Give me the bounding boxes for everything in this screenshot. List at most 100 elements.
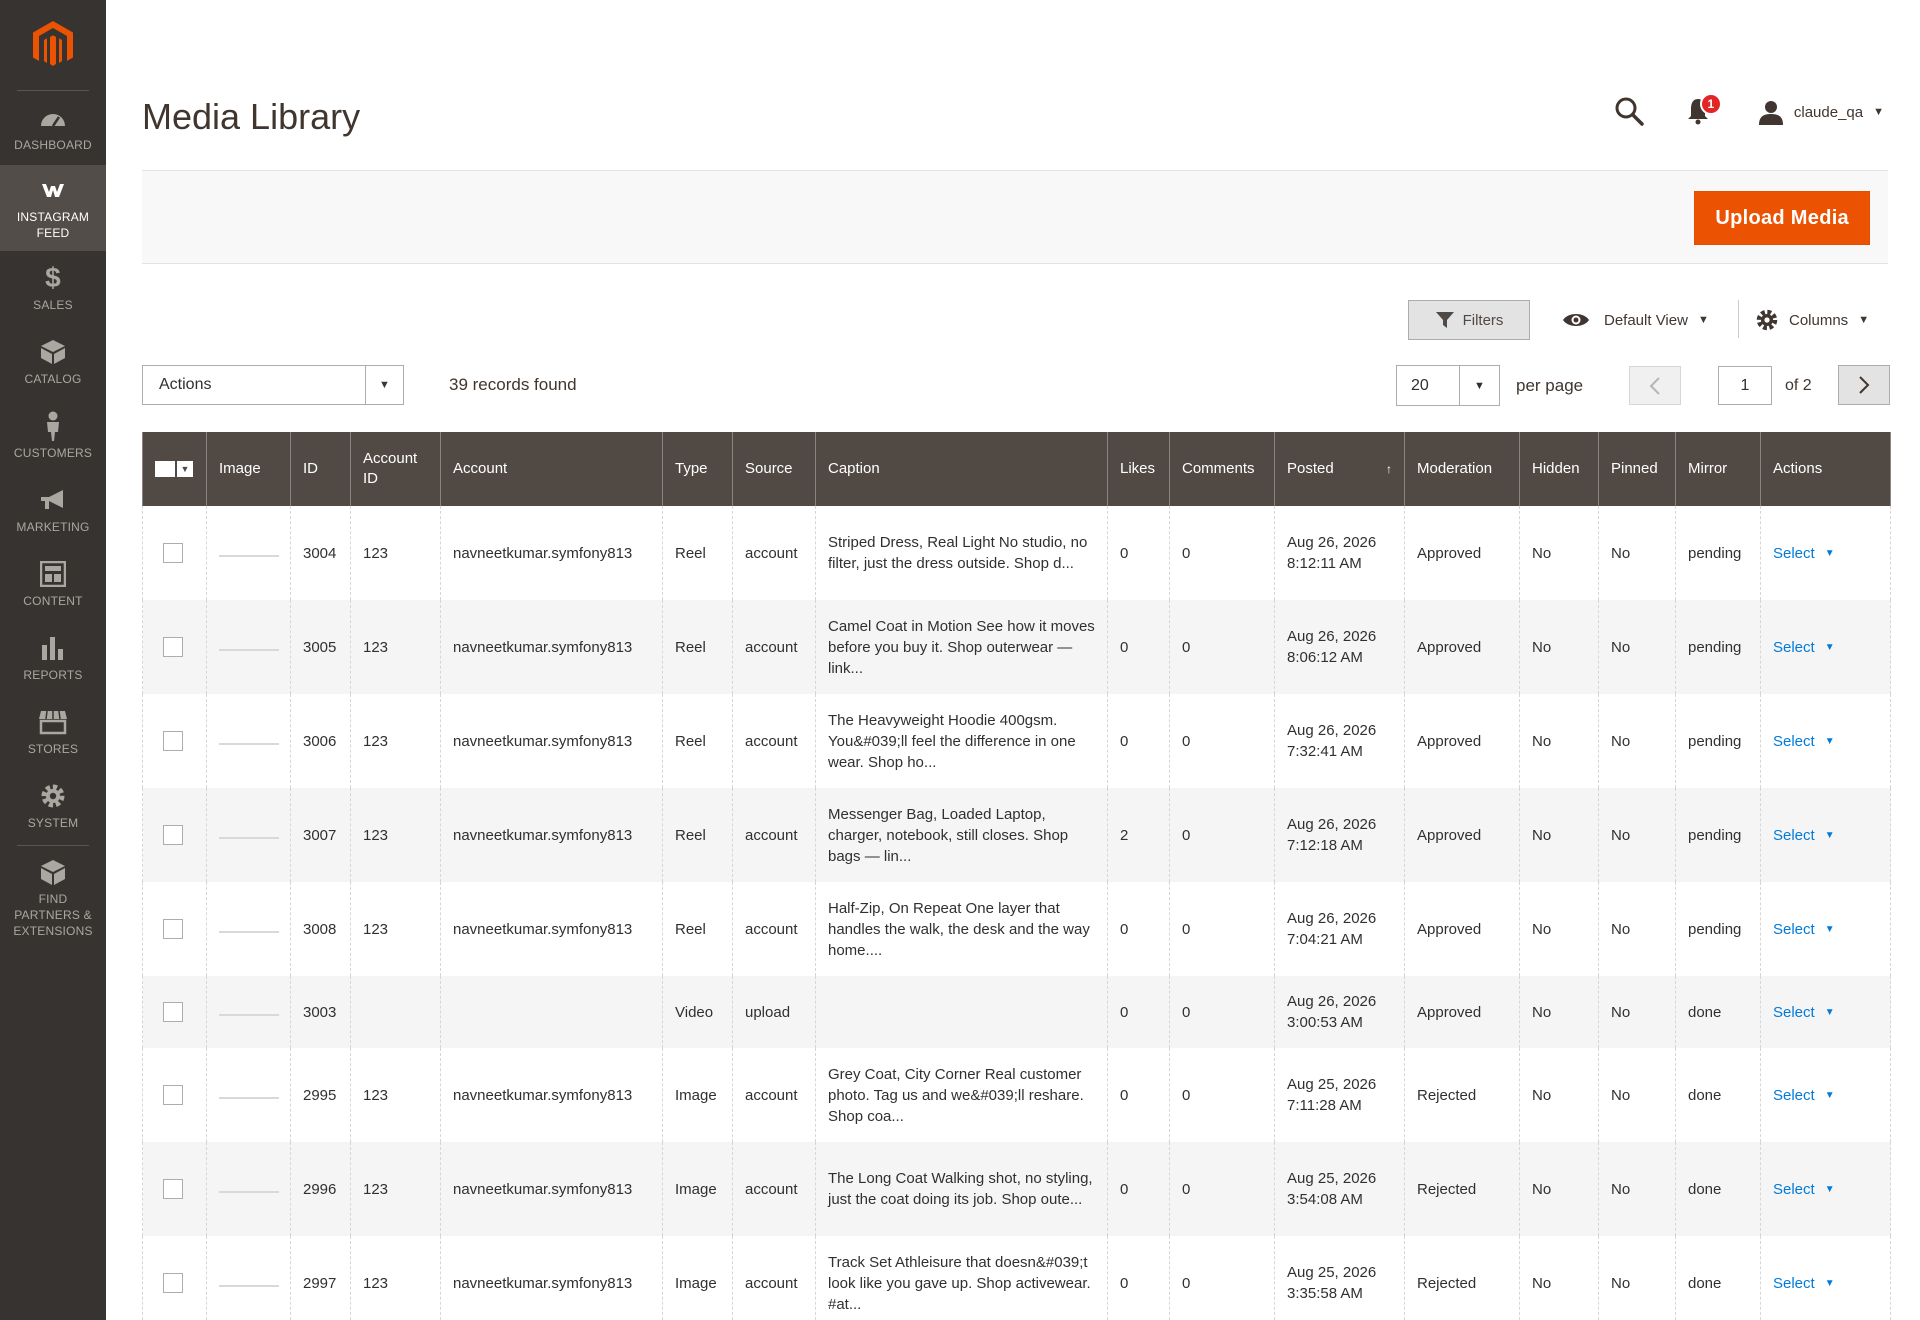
select-label: Select xyxy=(1773,638,1815,656)
gear-icon xyxy=(38,781,68,811)
table-row[interactable]: 3004 123 navneetkumar.symfony813 Reel accoun… xyxy=(142,506,1891,600)
column-header-comments[interactable]: Comments xyxy=(1169,432,1275,506)
column-header-hidden[interactable]: Hidden xyxy=(1519,432,1599,506)
image-thumbnail[interactable] xyxy=(219,1191,279,1193)
select-label: Select xyxy=(1773,1180,1815,1198)
cell-hidden: No xyxy=(1519,694,1599,788)
column-header-account-id[interactable]: Account ID xyxy=(350,432,441,506)
magento-logo[interactable] xyxy=(0,0,106,90)
image-thumbnail[interactable] xyxy=(219,1285,279,1287)
row-checkbox[interactable] xyxy=(163,1002,183,1022)
table-row[interactable]: 3007 123 navneetkumar.symfony813 Reel accoun… xyxy=(142,788,1891,882)
sidebar-item-system[interactable]: SYSTEM xyxy=(0,769,106,843)
row-actions-select[interactable]: Select ▼ xyxy=(1773,1273,1878,1294)
table-row[interactable]: 3003 Video upload 0 0 Aug 26, 2026 3:00:53 AM A… xyxy=(142,976,1891,1048)
image-thumbnail[interactable] xyxy=(219,1014,279,1016)
chevron-down-icon[interactable]: ▼ xyxy=(365,366,403,404)
table-row[interactable]: 3006 123 navneetkumar.symfony813 Reel accoun… xyxy=(142,694,1891,788)
column-header-likes[interactable]: Likes xyxy=(1107,432,1170,506)
chevron-down-icon[interactable]: ▼ xyxy=(177,461,193,477)
row-checkbox[interactable] xyxy=(163,1273,183,1293)
row-checkbox[interactable] xyxy=(163,731,183,751)
filters-button[interactable]: Filters xyxy=(1408,300,1530,340)
row-checkbox[interactable] xyxy=(163,543,183,563)
cell-account: navneetkumar.symfony813 xyxy=(440,1142,663,1236)
column-header-pinned[interactable]: Pinned xyxy=(1598,432,1676,506)
sort-ascending-icon: ↑ xyxy=(1386,462,1392,476)
per-page-select[interactable]: 20 ▼ xyxy=(1396,365,1500,406)
cell-hidden: No xyxy=(1519,1142,1599,1236)
header-mass-select[interactable]: ▼ xyxy=(142,432,207,506)
column-header-moderation[interactable]: Moderation xyxy=(1404,432,1520,506)
next-page-button[interactable] xyxy=(1838,365,1890,405)
image-thumbnail[interactable] xyxy=(219,555,279,557)
view-selector[interactable]: Default View ▼ xyxy=(1562,300,1709,340)
image-thumbnail[interactable] xyxy=(219,743,279,745)
column-header-mirror[interactable]: Mirror xyxy=(1675,432,1761,506)
row-actions-select[interactable]: Select ▼ xyxy=(1773,825,1878,846)
select-all-checkbox[interactable] xyxy=(155,461,175,477)
sidebar-item-catalog[interactable]: CATALOG xyxy=(0,325,106,399)
row-actions-select[interactable]: Select ▼ xyxy=(1773,1179,1878,1200)
row-checkbox[interactable] xyxy=(163,1179,183,1199)
row-actions-select[interactable]: Select ▼ xyxy=(1773,1002,1878,1023)
posted-date: Aug 26, 2026 xyxy=(1287,534,1377,551)
row-actions-select[interactable]: Select ▼ xyxy=(1773,919,1878,940)
mass-actions-dropdown[interactable]: Actions ▼ xyxy=(142,365,404,405)
table-row[interactable]: 2995 123 navneetkumar.symfony813 Image accou… xyxy=(142,1048,1891,1142)
table-row[interactable]: 2996 123 navneetkumar.symfony813 Image accou… xyxy=(142,1142,1891,1236)
image-thumbnail[interactable] xyxy=(219,649,279,651)
cell-posted: Aug 26, 2026 7:04:21 AM xyxy=(1274,882,1405,976)
store-icon xyxy=(38,707,68,737)
sidebar-item-stores[interactable]: STORES xyxy=(0,695,106,769)
column-header-caption[interactable]: Caption xyxy=(815,432,1108,506)
posted-time: 3:00:53 AM xyxy=(1287,1014,1363,1031)
column-header-account[interactable]: Account xyxy=(440,432,663,506)
sidebar-item-reports[interactable]: REPORTS xyxy=(0,621,106,695)
sidebar-item-content[interactable]: CONTENT xyxy=(0,547,106,621)
posted-time: 8:06:12 AM xyxy=(1287,649,1363,666)
row-checkbox[interactable] xyxy=(163,1085,183,1105)
chevron-down-icon: ▼ xyxy=(1824,1006,1835,1018)
chevron-down-icon: ▼ xyxy=(1873,106,1884,118)
sidebar-item-customers[interactable]: CUSTOMERS xyxy=(0,399,106,473)
chevron-down-icon[interactable]: ▼ xyxy=(1459,366,1499,405)
row-actions-select[interactable]: Select ▼ xyxy=(1773,731,1878,752)
posted-date: Aug 25, 2026 xyxy=(1287,1170,1377,1187)
row-actions-select[interactable]: Select ▼ xyxy=(1773,1085,1878,1106)
column-header-type[interactable]: Type xyxy=(662,432,733,506)
row-checkbox[interactable] xyxy=(163,637,183,657)
cell-source: account xyxy=(732,788,816,882)
sidebar-item-sales[interactable]: $ SALES xyxy=(0,251,106,325)
cell-caption: Track Set Athleisure that doesn&#039;t l… xyxy=(815,1236,1108,1320)
column-header-image[interactable]: Image xyxy=(206,432,291,506)
table-row[interactable]: 2997 123 navneetkumar.symfony813 Image accou… xyxy=(142,1236,1891,1320)
row-checkbox[interactable] xyxy=(163,825,183,845)
column-header-posted[interactable]: Posted ↑ xyxy=(1274,432,1405,506)
user-menu[interactable]: claude_qa ▼ xyxy=(1758,99,1884,125)
image-thumbnail[interactable] xyxy=(219,1097,279,1099)
previous-page-button[interactable] xyxy=(1629,366,1681,405)
sidebar-item-dashboard[interactable]: DASHBOARD xyxy=(0,91,106,165)
row-actions-select[interactable]: Select ▼ xyxy=(1773,543,1878,564)
notifications-bell[interactable]: 1 xyxy=(1686,93,1722,127)
row-checkbox[interactable] xyxy=(163,919,183,939)
sidebar-item-find-partners[interactable]: FIND PARTNERS & EXTENSIONS xyxy=(0,848,106,948)
table-row[interactable]: 3005 123 navneetkumar.symfony813 Reel accoun… xyxy=(142,600,1891,694)
sidebar-item-instagram-feed[interactable]: INSTAGRAM FEED xyxy=(0,165,106,251)
sidebar-item-marketing[interactable]: MARKETING xyxy=(0,473,106,547)
column-header-id[interactable]: ID xyxy=(290,432,351,506)
row-actions-select[interactable]: Select ▼ xyxy=(1773,637,1878,658)
column-header-source[interactable]: Source xyxy=(732,432,816,506)
image-thumbnail[interactable] xyxy=(219,837,279,839)
cell-moderation: Rejected xyxy=(1404,1236,1520,1320)
columns-selector[interactable]: Columns ▼ xyxy=(1755,300,1869,340)
search-icon[interactable] xyxy=(1614,96,1646,128)
posted-time: 7:04:21 AM xyxy=(1287,931,1363,948)
upload-media-button[interactable]: Upload Media xyxy=(1694,191,1870,245)
cell-type: Image xyxy=(662,1048,733,1142)
cell-posted: Aug 25, 2026 3:35:58 AM xyxy=(1274,1236,1405,1320)
page-number-input[interactable]: 1 xyxy=(1718,366,1772,405)
table-row[interactable]: 3008 123 navneetkumar.symfony813 Reel accoun… xyxy=(142,882,1891,976)
image-thumbnail[interactable] xyxy=(219,931,279,933)
